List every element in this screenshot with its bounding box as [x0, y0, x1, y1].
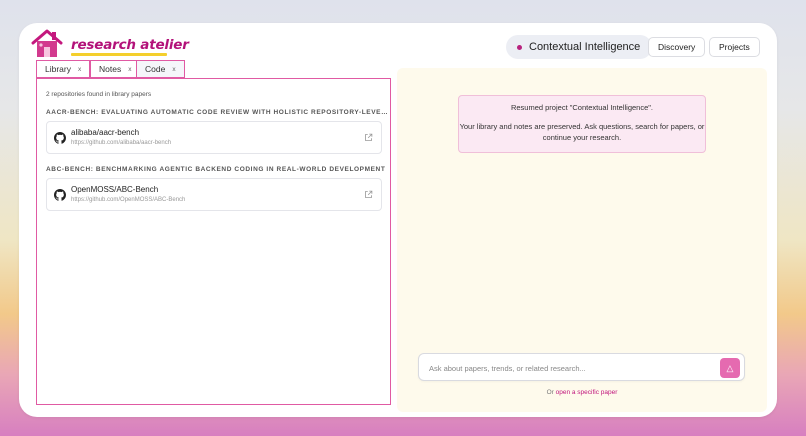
chat-input[interactable] — [429, 361, 709, 375]
tab-code[interactable]: Code x — [136, 60, 185, 78]
repo-name[interactable]: OpenMOSS/ABC-Bench — [71, 185, 158, 194]
tab-label: Code — [145, 64, 166, 74]
project-name: Contextual Intelligence — [529, 41, 641, 53]
message-line: Resumed project "Contextual Intelligence… — [510, 103, 654, 112]
system-message: Resumed project "Contextual Intelligence… — [458, 95, 706, 153]
repo-url: https://github.com/OpenMOSS/ABC-Bench — [71, 197, 186, 203]
tab-notes[interactable]: Notes x — [90, 60, 141, 78]
app-window: research atelier Contextual Intelligence… — [19, 23, 777, 417]
current-project-pill[interactable]: Contextual Intelligence — [506, 35, 653, 59]
chat-input-box: △ — [418, 353, 745, 381]
external-link-icon[interactable] — [364, 190, 373, 199]
message-line: Your library and notes are preserved. As… — [459, 122, 705, 142]
brand-name[interactable]: research atelier — [71, 37, 189, 53]
repository-count: 2 repositories found in library papers — [46, 91, 152, 98]
projects-button[interactable]: Projects — [709, 37, 760, 57]
paper-title: AACR-BENCH: EVALUATING AUTOMATIC CODE RE… — [46, 109, 389, 116]
repo-name[interactable]: alibaba/aacr-bench — [71, 128, 139, 137]
tab-library[interactable]: Library x — [36, 60, 91, 78]
close-tab-icon[interactable]: x — [78, 66, 81, 73]
brand-underline — [71, 53, 167, 56]
close-tab-icon[interactable]: x — [172, 66, 175, 73]
github-icon — [54, 189, 66, 201]
send-icon: △ — [726, 362, 734, 373]
tab-label: Notes — [99, 64, 122, 74]
open-paper-prefix: Or — [546, 389, 554, 396]
discovery-button[interactable]: Discovery — [648, 37, 706, 57]
send-button[interactable]: △ — [720, 358, 740, 378]
project-status-dot — [517, 44, 522, 50]
paper-title: ABC-BENCH: BENCHMARKING AGENTIC BACKEND … — [46, 166, 386, 173]
code-panel: 2 repositories found in library papers A… — [36, 78, 391, 405]
open-paper-link[interactable]: open a specific paper — [556, 389, 618, 396]
repo-card[interactable]: alibaba/aacr-bench https://github.com/al… — [46, 121, 382, 154]
github-icon — [54, 132, 66, 144]
close-tab-icon[interactable]: x — [128, 66, 131, 73]
open-paper-hint: Or open a specific paper — [397, 389, 767, 396]
repo-card[interactable]: OpenMOSS/ABC-Bench https://github.com/Op… — [46, 178, 382, 211]
house-logo-icon[interactable] — [30, 28, 64, 60]
external-link-icon[interactable] — [364, 133, 373, 142]
repo-url: https://github.com/alibaba/aacr-bench — [71, 140, 172, 146]
chat-panel: Resumed project "Contextual Intelligence… — [397, 68, 767, 412]
tab-label: Library — [45, 64, 71, 74]
